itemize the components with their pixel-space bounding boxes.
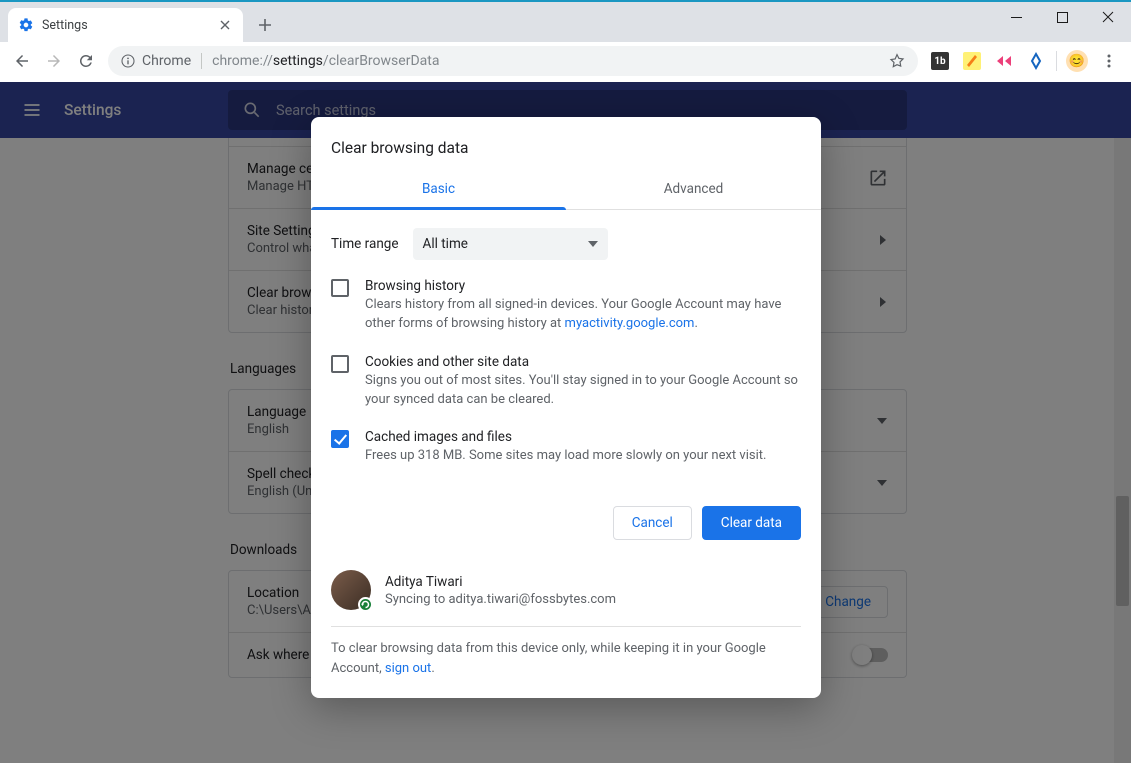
forward-button[interactable] <box>40 47 68 75</box>
option-title: Cookies and other site data <box>365 354 801 370</box>
gear-icon <box>18 17 34 33</box>
checkbox-cached[interactable] <box>331 430 349 448</box>
option-title: Cached images and files <box>365 429 766 445</box>
sync-badge-icon <box>358 597 373 612</box>
close-tab-icon[interactable] <box>217 17 233 33</box>
extension-icon-4[interactable] <box>1022 47 1050 75</box>
time-range-row: Time range All time <box>331 228 801 260</box>
tab-basic[interactable]: Basic <box>311 171 566 209</box>
time-range-dropdown[interactable]: All time <box>413 228 608 260</box>
checkbox-browsing-history[interactable] <box>331 279 349 297</box>
toolbar: Chrome chrome://settings/clearBrowserDat… <box>0 42 1131 80</box>
cancel-button[interactable]: Cancel <box>613 506 692 540</box>
site-info-icon[interactable]: Chrome <box>120 53 191 69</box>
browser-window: Settings Chrome chrome://settings/clearB… <box>0 0 1131 763</box>
reload-button[interactable] <box>72 47 100 75</box>
sign-out-link[interactable]: sign out <box>385 661 431 676</box>
browser-menu-icon[interactable] <box>1095 47 1123 75</box>
option-title: Browsing history <box>365 278 801 294</box>
close-window-button[interactable] <box>1085 2 1131 32</box>
url-text: chrome://settings/clearBrowserData <box>212 53 439 69</box>
option-cached: Cached images and files Frees up 318 MB.… <box>331 429 801 466</box>
option-browsing-history: Browsing history Clears history from all… <box>331 278 801 334</box>
tab-strip: Settings <box>0 2 1131 42</box>
option-cookies: Cookies and other site data Signs you ou… <box>331 354 801 410</box>
window-controls <box>993 2 1131 42</box>
toolbar-separator <box>1056 51 1057 71</box>
option-desc: Clears history from all signed-in device… <box>365 296 801 334</box>
extension-icon-2[interactable] <box>958 47 986 75</box>
sync-account-row: Aditya Tiwari Syncing to aditya.tiwari@f… <box>311 558 821 614</box>
sync-user-status: Syncing to aditya.tiwari@fossbytes.com <box>385 592 616 607</box>
dialog-body: Time range All time Browsing history Cle… <box>311 210 821 496</box>
dialog-tabs: Basic Advanced <box>311 171 821 210</box>
extension-icon-1[interactable]: 1b <box>926 47 954 75</box>
omnibox-separator <box>201 53 202 69</box>
avatar <box>331 570 371 610</box>
tab-advanced[interactable]: Advanced <box>566 171 821 209</box>
checkbox-cookies[interactable] <box>331 355 349 373</box>
back-button[interactable] <box>8 47 36 75</box>
address-bar[interactable]: Chrome chrome://settings/clearBrowserDat… <box>108 46 918 76</box>
dialog-note: To clear browsing data from this device … <box>311 639 821 698</box>
myactivity-link[interactable]: myactivity.google.com <box>565 316 695 331</box>
dialog-separator <box>331 626 801 627</box>
clear-data-button[interactable]: Clear data <box>702 506 801 540</box>
dialog-title: Clear browsing data <box>311 117 821 171</box>
minimize-button[interactable] <box>993 2 1039 32</box>
profile-avatar-icon[interactable]: 😊 <box>1063 47 1091 75</box>
extension-icon-3[interactable] <box>990 47 1018 75</box>
maximize-button[interactable] <box>1039 2 1085 32</box>
option-desc: Frees up 318 MB. Some sites may load mor… <box>365 447 766 466</box>
browser-tab-settings[interactable]: Settings <box>8 8 243 42</box>
new-tab-button[interactable] <box>251 11 279 39</box>
dialog-footer: Cancel Clear data <box>311 496 821 558</box>
chevron-down-icon <box>588 239 598 249</box>
tab-title: Settings <box>42 18 88 33</box>
time-range-value: All time <box>423 236 468 252</box>
omnibox-label: Chrome <box>142 53 191 69</box>
clear-browsing-data-dialog: Clear browsing data Basic Advanced Time … <box>311 117 821 698</box>
time-range-label: Time range <box>331 236 399 252</box>
option-desc: Signs you out of most sites. You'll stay… <box>365 372 801 410</box>
bookmark-star-icon[interactable] <box>888 52 906 70</box>
sync-user-name: Aditya Tiwari <box>385 574 616 590</box>
